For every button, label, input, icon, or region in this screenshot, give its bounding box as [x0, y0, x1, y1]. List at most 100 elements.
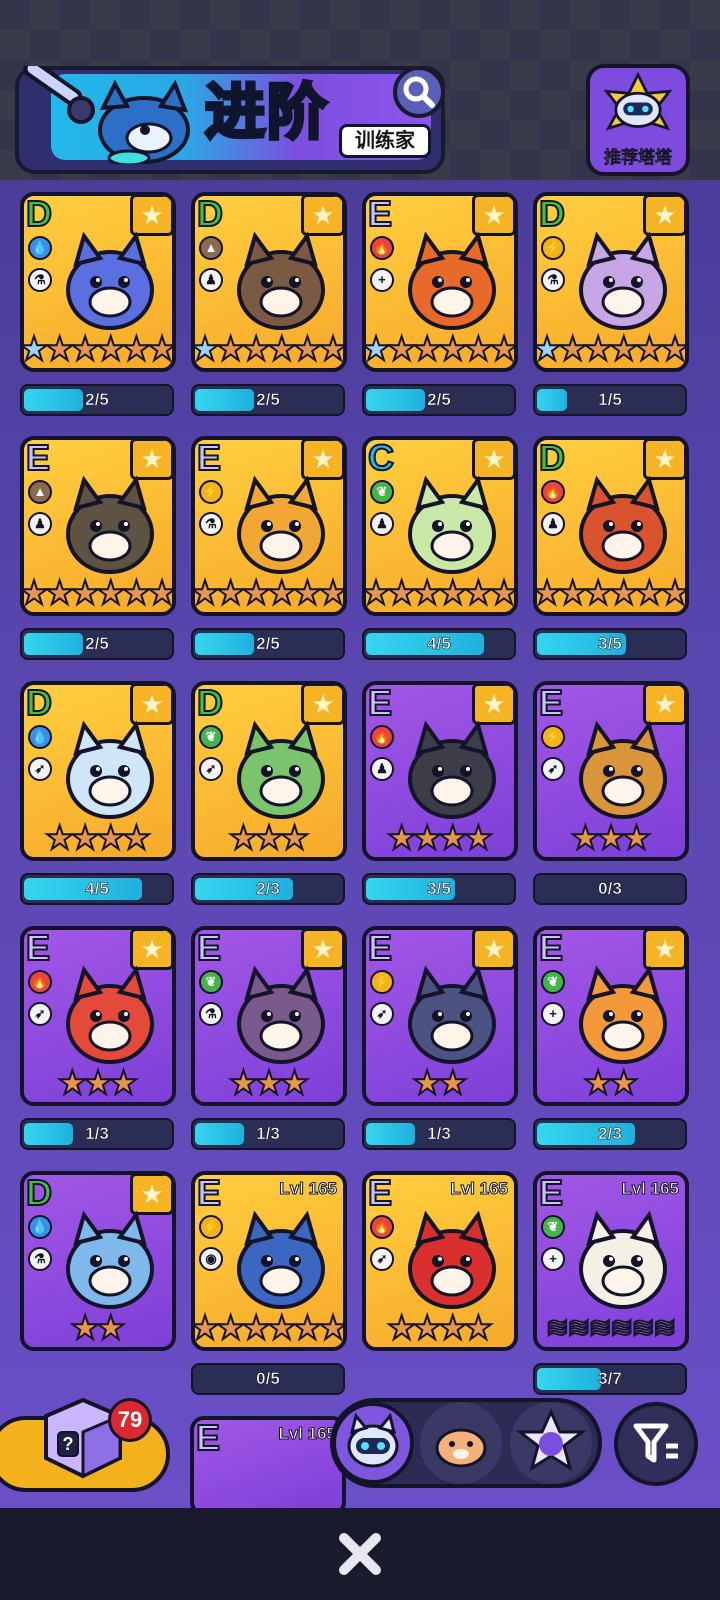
- plus-role-icon: +: [541, 1002, 565, 1026]
- grade-letter: D: [25, 1172, 53, 1214]
- creature-portrait: [408, 231, 496, 330]
- tower-card[interactable]: E ★ ❦ ⚗ ★ ★ ★: [191, 926, 347, 1106]
- creature-portrait: [66, 231, 154, 330]
- progress-text: 1/3: [85, 1124, 109, 1144]
- tower-card[interactable]: E Lvl 165 ❦ + ≋ ≋ ≋ ≋ ≋ ≋: [533, 1171, 689, 1351]
- header-banner: 进阶 训练家: [15, 66, 445, 174]
- creature-portrait: [237, 1210, 325, 1309]
- star-rating: ★ ★ ★ ★: [366, 819, 514, 856]
- grade-letter: E: [538, 927, 564, 969]
- robot-cat-icon: [603, 71, 673, 131]
- creature-portrait: [579, 965, 667, 1064]
- progress-bar: 3/7: [533, 1363, 687, 1395]
- star-icon: ★: [279, 819, 311, 856]
- star-icon: ★: [146, 574, 176, 611]
- progress-text: 1/3: [427, 1124, 451, 1144]
- fire-element-icon: 🔥: [28, 970, 52, 994]
- sprint-role-icon: ➶: [370, 1247, 394, 1271]
- grade-letter: E: [367, 927, 393, 969]
- tower-card[interactable]: E ★ ▲ ♟ ★ ★ ★ ★ ★ ★: [20, 436, 176, 616]
- star-rating: ★ ★: [537, 1064, 685, 1101]
- tower-card[interactable]: D ★ 💧 ⚗ ★ ★ ★ ★ ★ ★: [20, 192, 176, 372]
- tab-badges[interactable]: [510, 1402, 592, 1484]
- filter-icon: [633, 1423, 678, 1463]
- tower-card[interactable]: D ★ ❦ ➶ ★ ★ ★: [191, 681, 347, 861]
- progress-bar: 2/5: [362, 384, 516, 416]
- creature-portrait: [579, 231, 667, 330]
- filter-button[interactable]: [614, 1402, 698, 1486]
- tower-card[interactable]: D ★ ▲ ♟ ★ ★ ★ ★ ★ ★: [191, 192, 347, 372]
- recommend-tower-button[interactable]: 推荐塔塔: [586, 64, 690, 176]
- fire-element-icon: 🔥: [370, 1215, 394, 1239]
- creature-portrait: [66, 720, 154, 819]
- progress-bar: 2/5: [191, 628, 345, 660]
- progress-text: 1/5: [598, 390, 622, 410]
- grade-letter: E: [25, 927, 51, 969]
- search-button[interactable]: [393, 66, 445, 118]
- person-role-icon: ♟: [199, 268, 223, 292]
- person-role-icon: ♟: [370, 512, 394, 536]
- tower-card[interactable]: E ★ 🔥 + ★ ★ ★ ★ ★ ★: [362, 192, 518, 372]
- creature-portrait: [237, 231, 325, 330]
- tower-card[interactable]: D ★ ⚡ ⚗ ★ ★ ★ ★ ★ ★: [533, 192, 689, 372]
- star-icon: ★: [608, 1064, 640, 1101]
- star-icon: ★: [659, 330, 689, 367]
- tower-card[interactable]: E ★ 🔥 ♟ ★ ★ ★ ★: [362, 681, 518, 861]
- tab-pets[interactable]: [420, 1402, 502, 1484]
- tab-towers[interactable]: [332, 1402, 414, 1484]
- magic-wand-icon: [23, 66, 95, 124]
- sprint-role-icon: ➶: [28, 757, 52, 781]
- thunder-element-icon: ⚡: [541, 236, 565, 260]
- star-icon: ★: [488, 574, 518, 611]
- creature-portrait: [579, 475, 667, 574]
- partial-card[interactable]: E Lvl 165: [190, 1416, 346, 1516]
- tower-card[interactable]: E Lvl 165 🔥 ➶ ★ ★ ★ ★: [362, 1171, 518, 1351]
- close-button[interactable]: [334, 1528, 386, 1580]
- tower-card[interactable]: D ★ 💧 ➶ ★ ★ ★ ★: [20, 681, 176, 861]
- tower-card[interactable]: E ★ 🔥 ➶ ★ ★ ★: [20, 926, 176, 1106]
- earth-element-icon: ▲: [199, 236, 223, 260]
- creature-portrait: [579, 720, 667, 819]
- star-icon: ★: [108, 1064, 140, 1101]
- creature-portrait: [66, 1210, 154, 1309]
- hamster-tab-icon: [435, 1428, 487, 1468]
- tower-card[interactable]: E ★ ❦ + ★ ★: [533, 926, 689, 1106]
- star-icon: ★: [279, 1064, 311, 1101]
- tower-card[interactable]: E Lvl 165 ⚡ ◉ ★ ★ ★ ★ ★ ★: [191, 1171, 347, 1351]
- tower-card[interactable]: E ★ ⚡ ⚗ ★ ★ ★ ★ ★ ★: [191, 436, 347, 616]
- grade-letter: D: [25, 193, 53, 235]
- star-rating: ★ ★ ★ ★ ★ ★: [366, 331, 514, 367]
- tower-card[interactable]: E ★ ⚡ ➶ ★ ★ ★: [533, 681, 689, 861]
- recommend-tower-label: 推荐塔塔: [604, 148, 673, 168]
- star-icon: ★: [488, 330, 518, 367]
- star-badge-tab-icon: [515, 1408, 587, 1472]
- progress-bar: 0/5: [191, 1363, 345, 1395]
- grass-element-icon: ❦: [541, 970, 565, 994]
- tower-card[interactable]: C ★ ❦ ♟ ★ ★ ★ ★ ★ ★: [362, 436, 518, 616]
- grade-letter: C: [367, 437, 395, 479]
- robot-cat-tab-icon: [347, 1412, 399, 1468]
- page-subtitle: 训练家: [339, 124, 431, 158]
- close-icon: [339, 1533, 381, 1575]
- fire-element-icon: 🔥: [370, 725, 394, 749]
- grade-letter: E: [367, 193, 393, 235]
- plus-role-icon: +: [370, 268, 394, 292]
- grade-letter: E: [196, 1172, 222, 1214]
- star-rating: ★ ★ ★ ★ ★ ★: [195, 331, 343, 367]
- tower-card[interactable]: E ★ ⚡ ➶ ★ ★: [362, 926, 518, 1106]
- person-role-icon: ♟: [541, 512, 565, 536]
- grass-element-icon: ❦: [370, 480, 394, 504]
- star-icon: ★: [463, 1309, 495, 1346]
- progress-text: 2/3: [256, 879, 280, 899]
- star-icon: ★: [95, 1309, 127, 1346]
- tower-card[interactable]: D ★ 🔥 ♟ ★ ★ ★ ★ ★ ★: [533, 436, 689, 616]
- star-rating: ★ ★ ★ ★ ★ ★: [24, 575, 172, 611]
- star-icon: ★: [317, 1309, 347, 1346]
- fire-element-icon: 🔥: [370, 236, 394, 260]
- progress-bar: 2/5: [20, 628, 174, 660]
- tower-card[interactable]: D ★ 💧 ⚗ ★ ★: [20, 1171, 176, 1351]
- progress-bar: 2/3: [533, 1118, 687, 1150]
- star-icon: ★: [317, 574, 347, 611]
- creature-portrait: [579, 1210, 667, 1309]
- star-icon: ★: [463, 819, 495, 856]
